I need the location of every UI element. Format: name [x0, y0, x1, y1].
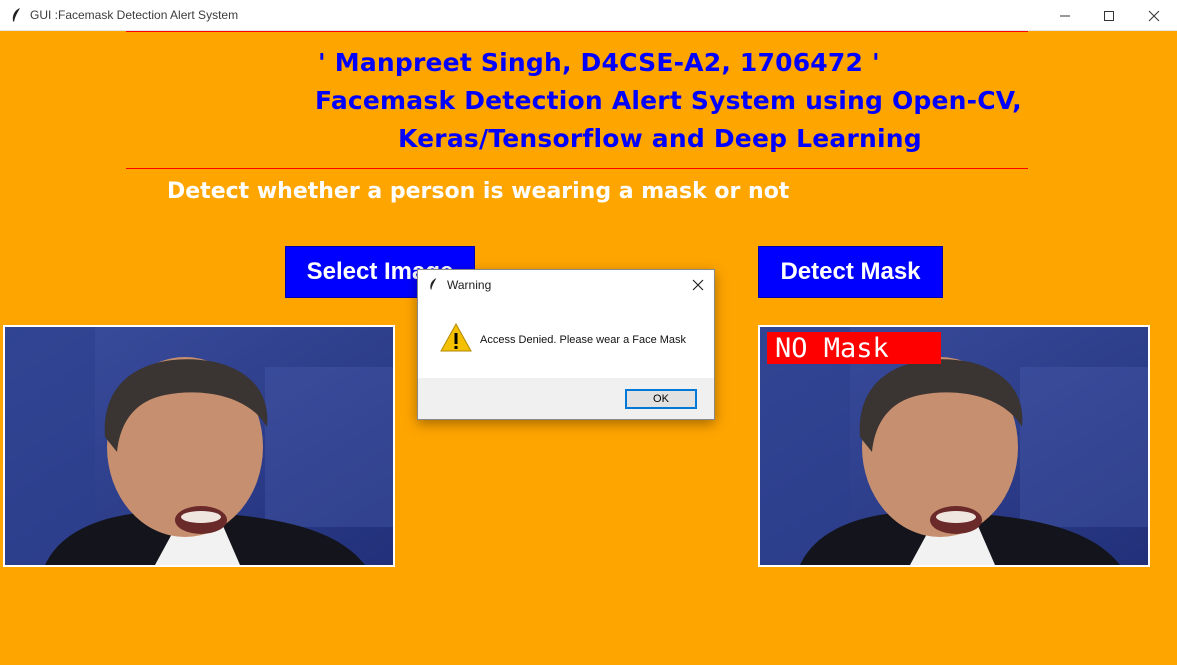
- maximize-icon: [1104, 10, 1114, 21]
- dialog-title-bar: Warning: [418, 270, 714, 300]
- maximize-button[interactable]: [1086, 0, 1132, 31]
- minimize-button[interactable]: [1042, 0, 1088, 31]
- instruction-text: Detect whether a person is wearing a mas…: [167, 179, 790, 204]
- feather-icon: [12, 8, 20, 22]
- window-title: GUI :Facemask Detection Alert System: [30, 8, 239, 22]
- ok-button[interactable]: OK: [625, 389, 697, 409]
- window-title-bar: GUI :Facemask Detection Alert System: [0, 0, 1177, 31]
- close-button[interactable]: [1131, 0, 1177, 31]
- minimize-icon: [1060, 15, 1070, 16]
- author-line: ' Manpreet Singh, D4CSE-A2, 1706472 ': [318, 48, 880, 77]
- app-title-line-2: Keras/Tensorflow and Deep Learning: [398, 124, 922, 153]
- warning-dialog: Warning Access Denied. Please wear a Fac…: [417, 269, 715, 420]
- detect-mask-button[interactable]: Detect Mask: [758, 246, 943, 298]
- header-divider-top: [126, 31, 1028, 32]
- dialog-close-button[interactable]: [688, 275, 708, 295]
- no-mask-badge: NO Mask: [767, 332, 941, 364]
- dialog-footer: OK: [418, 378, 714, 419]
- header-divider-bottom: [126, 168, 1028, 169]
- input-image: [3, 325, 395, 567]
- dialog-title: Warning: [447, 278, 492, 292]
- app-title-line-1: Facemask Detection Alert System using Op…: [315, 86, 1022, 115]
- close-icon: [692, 279, 704, 291]
- warning-icon: [440, 322, 472, 352]
- close-icon: [1148, 10, 1160, 21]
- dialog-message: Access Denied. Please wear a Face Mask: [480, 334, 687, 346]
- feather-icon: [430, 278, 437, 290]
